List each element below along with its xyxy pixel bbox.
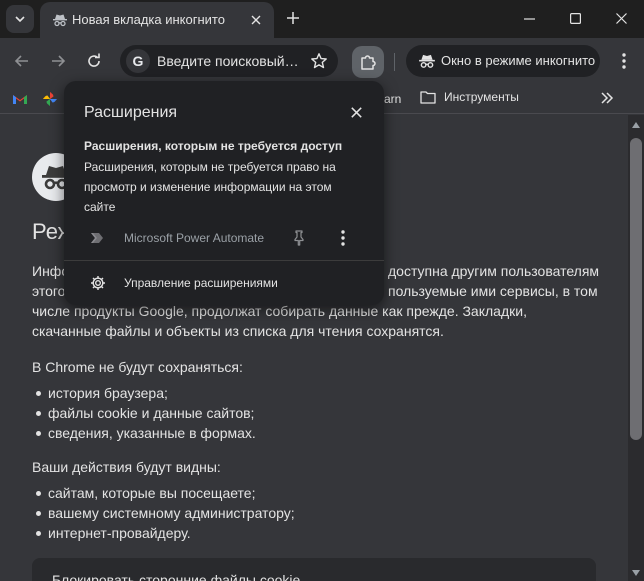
list-item: сведения, указанные в формах. xyxy=(36,425,256,441)
active-tab[interactable]: Новая вкладка инкогнито xyxy=(40,2,274,38)
minimize-icon xyxy=(523,17,535,20)
bookmark-truncated[interactable]: arn xyxy=(384,92,401,106)
omnibox-placeholder: Введите поисковый… xyxy=(157,53,299,69)
paragraph-line: скачанные файлы и объекты из списка для … xyxy=(32,323,444,339)
gear-icon xyxy=(91,276,105,290)
manage-extensions-button[interactable]: Управление расширениями xyxy=(64,271,384,295)
omnibox[interactable]: G Введите поисковый… xyxy=(120,45,338,77)
back-icon xyxy=(14,55,28,67)
list-item: сайтам, которые вы посещаете; xyxy=(36,483,295,503)
incognito-label: Окно в режиме инкогнито xyxy=(441,53,596,68)
window-close-button[interactable] xyxy=(598,0,644,36)
section-description: Расширения, которым не требуется право н… xyxy=(84,160,336,214)
popup-divider xyxy=(64,260,384,261)
close-icon xyxy=(615,12,627,24)
bookmark-folder-label: Инструменты xyxy=(444,90,519,104)
third-party-cookies-card[interactable]: Блокировать сторонние файлы cookie xyxy=(32,558,596,581)
tab-title: Новая вкладка инкогнито xyxy=(72,12,225,27)
not-saved-title: В Chrome не будут сохраняться: xyxy=(32,359,243,375)
minimize-button[interactable] xyxy=(506,0,552,36)
close-icon xyxy=(251,15,261,25)
kebab-icon xyxy=(622,53,626,69)
not-saved-list: история браузера; файлы cookie и данные … xyxy=(36,383,256,443)
extension-name: Microsoft Power Automate xyxy=(124,231,265,245)
chevron-down-icon xyxy=(15,16,25,23)
popup-title: Расширения xyxy=(84,104,178,121)
paragraph-line: числе продукты Google, продолжат собират… xyxy=(32,303,527,319)
tab-strip: Новая вкладка инкогнито xyxy=(0,0,644,38)
gmail-icon[interactable] xyxy=(12,91,28,107)
cookie-card-title: Блокировать сторонние файлы cookie xyxy=(52,572,301,581)
back-button[interactable] xyxy=(8,47,36,75)
forward-icon xyxy=(52,55,66,67)
paragraph-line: этого xyxy=(32,283,66,299)
plus-icon xyxy=(287,12,299,24)
extensions-popup: Расширения Расширения, которым не требуе… xyxy=(64,81,384,305)
new-tab-button[interactable] xyxy=(281,6,305,30)
incognito-icon xyxy=(53,14,67,27)
manage-extensions-label: Управление расширениями xyxy=(124,276,278,290)
power-automate-icon xyxy=(91,233,103,243)
extensions-button[interactable] xyxy=(352,46,384,78)
star-icon[interactable] xyxy=(310,52,328,70)
tab-close-button[interactable] xyxy=(246,10,266,30)
list-item: история браузера; xyxy=(36,383,256,403)
incognito-indicator[interactable]: Окно в режиме инкогнито xyxy=(406,45,600,77)
pin-icon[interactable] xyxy=(290,229,308,247)
extension-more-button[interactable] xyxy=(334,229,352,247)
google-logo-icon: G xyxy=(126,49,150,73)
extension-row[interactable]: Microsoft Power Automate xyxy=(64,226,384,250)
section-title: Расширения, которым не требуется доступ xyxy=(84,139,343,153)
toolbar-separator xyxy=(394,53,395,71)
scrollbar-thumb[interactable] xyxy=(630,138,642,440)
list-item: интернет-провайдеру. xyxy=(36,523,295,543)
visible-list: сайтам, которые вы посещаете; вашему сис… xyxy=(36,483,295,543)
reload-button[interactable] xyxy=(80,47,108,75)
tab-search-button[interactable] xyxy=(6,5,34,33)
folder-icon xyxy=(420,91,436,104)
kebab-icon xyxy=(341,230,345,246)
forward-button[interactable] xyxy=(44,47,72,75)
maximize-icon xyxy=(569,12,581,24)
list-item: вашему системному администратору; xyxy=(36,505,295,521)
scroll-down-arrow-icon[interactable] xyxy=(632,570,640,576)
toolbar: G Введите поисковый… Окно в режиме инког… xyxy=(0,38,644,84)
paragraph-line: доступна другим пользователям xyxy=(388,263,600,279)
list-item: файлы cookie и данные сайтов; xyxy=(36,405,255,421)
reload-icon xyxy=(88,53,100,67)
visible-title: Ваши действия будут видны: xyxy=(32,459,221,475)
photos-icon[interactable] xyxy=(42,91,58,107)
paragraph-line: пользуемые ими сервисы, в том xyxy=(388,283,598,299)
bookmark-folder-tools[interactable]: Инструменты xyxy=(420,90,519,104)
scroll-up-arrow-icon[interactable] xyxy=(632,122,640,128)
maximize-button[interactable] xyxy=(552,0,598,36)
chevron-double-right-icon[interactable] xyxy=(600,91,614,105)
puzzle-icon xyxy=(361,55,376,70)
close-icon xyxy=(350,106,362,118)
popup-close-button[interactable] xyxy=(346,102,366,122)
incognito-icon xyxy=(419,54,435,68)
chrome-menu-button[interactable] xyxy=(612,47,636,75)
